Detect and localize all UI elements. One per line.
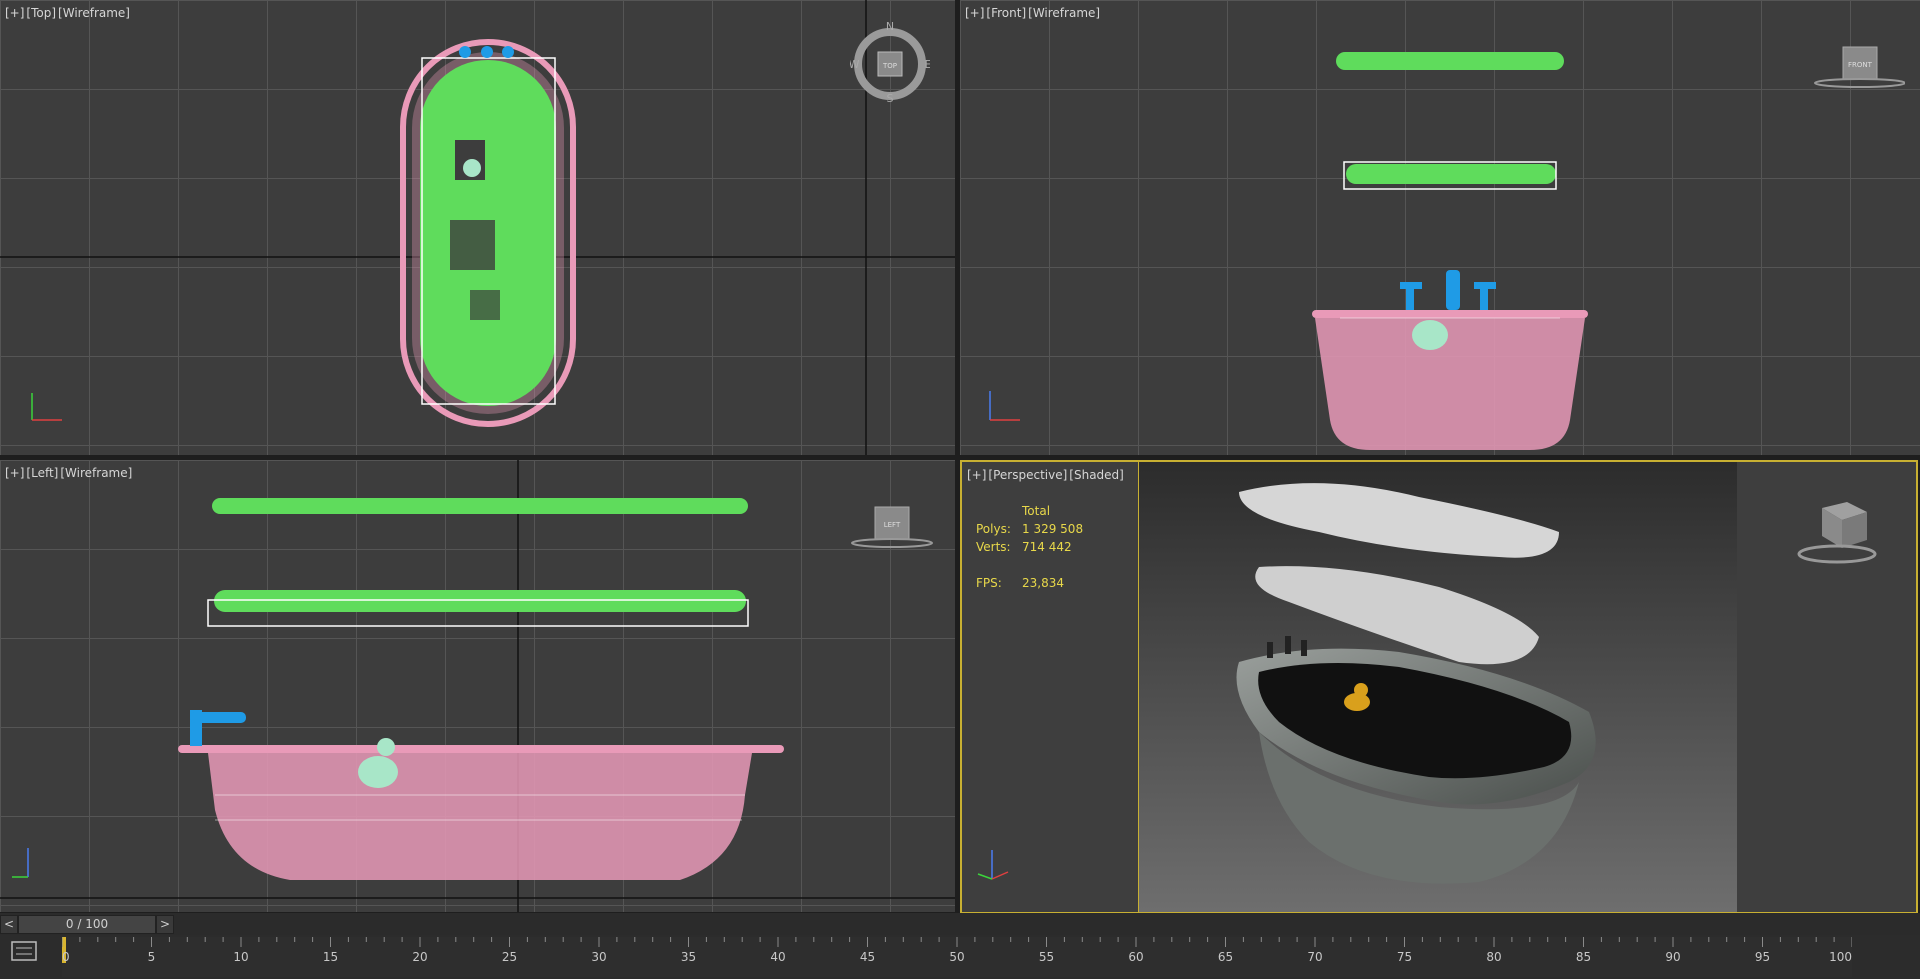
svg-text:W: W: [850, 58, 860, 71]
stats-verts-label: Verts:: [976, 540, 1011, 554]
stats-polys-value: 1 329 508: [1022, 522, 1084, 536]
stats-header: Total: [1022, 504, 1051, 518]
axis-tripod-icon: [977, 850, 1009, 880]
ruler-tick-label: 35: [681, 950, 696, 964]
perspective-render: [1139, 462, 1737, 912]
left-view-scene: [0, 460, 955, 912]
top-view-scene: [0, 0, 955, 455]
svg-text:TOP: TOP: [882, 62, 897, 70]
viewcube-icon: LEFT: [851, 506, 933, 548]
ruler-tick-label: 75: [1397, 950, 1412, 964]
ruler-tick-label: 60: [1128, 950, 1143, 964]
ruler-tick-label: 100: [1829, 950, 1852, 964]
ruler-tick-label: 90: [1665, 950, 1680, 964]
ruler-tick-label: 15: [323, 950, 338, 964]
viewport-menu-button[interactable]: [+]: [967, 468, 986, 482]
svg-text:FRONT: FRONT: [1848, 61, 1873, 69]
viewport-perspective[interactable]: [+] [Perspective] [Shaded] Total Polys: 1 3…: [960, 460, 1918, 914]
viewport-point-of-view[interactable]: [Perspective]: [988, 468, 1067, 482]
stats-fps-value: 23,834: [1022, 576, 1064, 590]
stats-polys-label: Polys:: [976, 522, 1011, 536]
ruler-tick-label: 50: [949, 950, 964, 964]
ruler-tick-label: 0: [62, 950, 70, 964]
svg-text:S: S: [887, 92, 894, 102]
viewcube-compass[interactable]: TOP N S E W: [850, 22, 930, 102]
ruler-tick-label: 5: [148, 950, 156, 964]
time-slider-prev-button[interactable]: <: [0, 915, 18, 934]
stats-fps-label: FPS:: [976, 576, 1002, 590]
front-view-scene: [1312, 52, 1588, 450]
ruler-tick-label: 95: [1755, 950, 1770, 964]
viewport-front[interactable]: [+] [Front] [Wireframe] FRONT: [960, 0, 1920, 455]
axis-tripod-icon: [989, 391, 1020, 421]
viewcube-icon: FRONT: [1814, 46, 1905, 88]
track-bar[interactable]: 0 5 10 15 20 25 30 35 40 45 50 55 60 65 70 75 80 85 90 95 10…: [0, 935, 1920, 979]
ruler-tick-label: 70: [1307, 950, 1322, 964]
viewport-perspective-label[interactable]: [+] [Perspective] [Shaded]: [967, 468, 1126, 482]
axis-tripod-icon: [31, 393, 62, 421]
viewcube-3d-icon: [1797, 502, 1877, 564]
time-slider-thumb[interactable]: 0 / 100: [18, 915, 156, 934]
viewport-left[interactable]: [+] [Left] [Wireframe] LEFT: [0, 460, 955, 912]
viewcube-left[interactable]: LEFT: [845, 505, 945, 550]
svg-text:N: N: [886, 22, 894, 33]
ruler-tick-label: 65: [1218, 950, 1233, 964]
ruler-tick-label: 25: [502, 950, 517, 964]
svg-text:LEFT: LEFT: [884, 521, 901, 529]
viewport-shading-mode[interactable]: [Shaded]: [1069, 468, 1124, 482]
curve-editor-icon[interactable]: [10, 939, 38, 963]
svg-text:E: E: [925, 58, 930, 71]
ruler-tick-label: 80: [1486, 950, 1501, 964]
ruler-tick-label: 10: [233, 950, 248, 964]
viewcube-front[interactable]: FRONT: [1805, 45, 1905, 90]
statistics-overlay: Total Polys: 1 329 508 Verts: 714 442 FPS:…: [976, 502, 1083, 592]
ruler-tick-label: 20: [412, 950, 427, 964]
viewcube-perspective[interactable]: [1792, 498, 1882, 568]
ruler-tick-label: 40: [770, 950, 785, 964]
time-slider-next-button[interactable]: >: [156, 915, 174, 934]
ruler-tick-label: 55: [1039, 950, 1054, 964]
ruler-tick-label: 85: [1576, 950, 1591, 964]
viewport-top[interactable]: [+] [Top] [Wireframe] TOP N S E W: [0, 0, 955, 455]
axis-tripod-icon: [12, 848, 29, 878]
ruler-tick-label: 45: [860, 950, 875, 964]
stats-verts-value: 714 442: [1022, 540, 1072, 554]
time-slider[interactable]: < 0 / 100 >: [0, 913, 1920, 935]
frame-ruler[interactable]: 0 5 10 15 20 25 30 35 40 45 50 55 60 65 70 75 80 85 90 95 10…: [62, 935, 1852, 979]
ruler-tick-label: 30: [591, 950, 606, 964]
compass-ring-icon: TOP N S E W: [850, 22, 930, 102]
